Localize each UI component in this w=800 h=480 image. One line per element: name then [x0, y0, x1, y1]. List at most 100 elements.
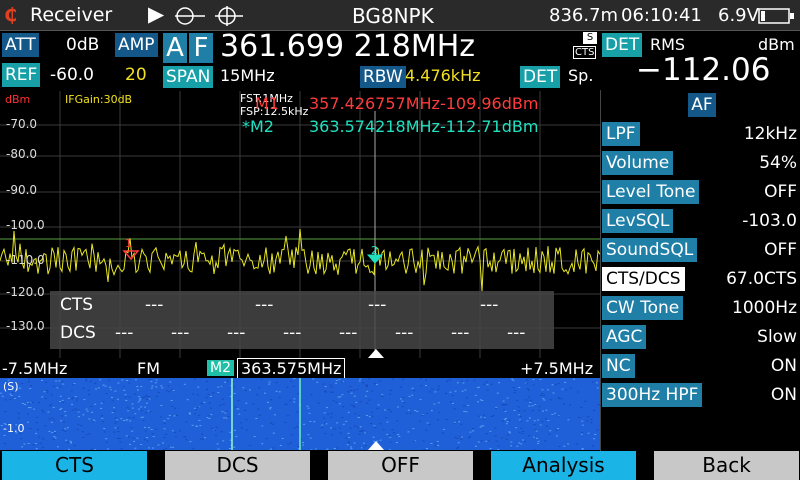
- waterfall-pixel: [489, 430, 492, 432]
- waterfall-pixel: [548, 433, 551, 435]
- softkey-cts[interactable]: CTS: [2, 451, 147, 480]
- af-row-label: LevSQL: [602, 209, 674, 233]
- axis-left: -7.5MHz: [2, 359, 68, 378]
- waterfall-pixel: [33, 408, 36, 410]
- waterfall-pixel: [580, 433, 583, 435]
- mode-f-badge[interactable]: F: [189, 33, 213, 63]
- att-label[interactable]: ATT: [2, 33, 39, 57]
- waterfall-pixel: [363, 442, 365, 444]
- waterfall-pixel: [113, 431, 116, 433]
- waterfall-pixel: [537, 442, 539, 444]
- waterfall-pixel: [306, 405, 309, 407]
- waterfall-pixel: [338, 403, 341, 405]
- det-label[interactable]: DET: [520, 66, 561, 88]
- af-row-value: Slow: [757, 327, 797, 347]
- waterfall-pixel: [91, 411, 93, 413]
- af-row-cw-tone[interactable]: CW Tone 1000Hz: [601, 295, 800, 321]
- waterfall-pixel: [198, 415, 201, 417]
- af-row-level-tone[interactable]: Level Tone OFF: [601, 179, 800, 205]
- waterfall-pixel: [335, 380, 338, 381]
- waterfall-pixel: [347, 411, 350, 413]
- af-row-agc[interactable]: AGC Slow: [601, 324, 800, 350]
- waterfall-pixel: [354, 425, 357, 427]
- rbw-label[interactable]: RBW: [360, 66, 406, 88]
- softkey-dcs[interactable]: DCS: [165, 451, 310, 480]
- waterfall-pixel: [150, 387, 153, 389]
- marker-frequency[interactable]: 363.575MHz: [237, 358, 346, 379]
- softkey-back[interactable]: Back: [654, 451, 799, 480]
- waterfall-pixel: [125, 435, 128, 437]
- waterfall-pixel: [161, 387, 164, 389]
- waterfall[interactable]: (S) -1.0: [0, 378, 600, 450]
- waterfall-pixel: [547, 389, 549, 391]
- waterfall-pixel: [50, 404, 53, 406]
- span-label[interactable]: SPAN: [163, 66, 214, 88]
- waterfall-pixel: [4, 399, 7, 401]
- af-row-cts-dcs[interactable]: CTS/DCS 67.0CTS: [601, 266, 800, 292]
- af-row-300hz-hpf[interactable]: 300Hz HPF ON: [601, 382, 800, 408]
- af-row-levsql[interactable]: LevSQL -103.0: [601, 208, 800, 234]
- waterfall-pixel: [202, 438, 204, 440]
- waterfall-pixel: [41, 409, 44, 411]
- waterfall-pixel: [350, 448, 353, 450]
- waterfall-pixel: [580, 406, 583, 408]
- waterfall-pixel: [335, 401, 338, 403]
- softkey-analysis[interactable]: Analysis: [491, 451, 636, 480]
- waterfall-pixel: [529, 399, 532, 401]
- waterfall-pixel: [385, 417, 388, 419]
- waterfall-pixel: [357, 415, 360, 417]
- spectrum-plot[interactable]: dBm IFGain:30dB FST:1MHz FSP:12.5kHz M1 …: [0, 91, 600, 358]
- waterfall-pixel: [378, 380, 381, 382]
- softkey-off[interactable]: OFF: [328, 451, 473, 480]
- demod-mode[interactable]: FM: [137, 359, 160, 378]
- waterfall-pixel: [136, 386, 139, 387]
- waterfall-pixel: [485, 440, 488, 442]
- play-icon[interactable]: ▶: [148, 2, 164, 26]
- waterfall-pixel: [331, 434, 334, 436]
- waterfall-pixel: [81, 431, 84, 433]
- waterfall-pixel: [425, 448, 428, 449]
- waterfall-pixel: [522, 439, 524, 441]
- waterfall-pixel: [483, 417, 486, 419]
- waterfall-pixel: [490, 383, 493, 385]
- waterfall-pixel: [388, 409, 391, 410]
- af-row-volume[interactable]: Volume 54%: [601, 150, 800, 176]
- waterfall-pixel: [302, 442, 304, 444]
- waterfall-pixel: [533, 436, 536, 438]
- ref-label[interactable]: REF: [2, 63, 41, 87]
- waterfall-pixel: [321, 427, 324, 428]
- waterfall-pixel: [494, 427, 497, 429]
- waterfall-pixel: [237, 408, 240, 410]
- waterfall-pixel: [341, 416, 344, 418]
- waterfall-pixel: [293, 427, 296, 429]
- af-row-soundsql[interactable]: SoundSQL OFF: [601, 237, 800, 263]
- waterfall-pixel: [475, 445, 477, 447]
- battery-voltage: 6.9V: [718, 5, 759, 26]
- af-row-lpf[interactable]: LPF 12kHz: [601, 121, 800, 147]
- waterfall-pixel: [558, 445, 561, 447]
- af-row-value: 54%: [759, 153, 797, 173]
- waterfall-pixel: [594, 434, 597, 435]
- waterfall-pixel: [151, 385, 154, 387]
- waterfall-pixel: [114, 417, 117, 419]
- waterfall-pixel: [193, 413, 196, 415]
- waterfall-pixel: [109, 386, 112, 388]
- waterfall-pixel: [128, 382, 131, 384]
- waterfall-pixel: [563, 445, 566, 447]
- waterfall-pixel: [76, 398, 79, 400]
- center-frequency[interactable]: 361.699 218MHz: [220, 29, 475, 64]
- af-row-nc[interactable]: NC ON: [601, 353, 800, 379]
- waterfall-pixel: [524, 441, 526, 443]
- waterfall-pixel: [373, 425, 376, 427]
- waterfall-pixel: [223, 417, 225, 419]
- waterfall-pixel: [39, 442, 42, 444]
- waterfall-pixel: [249, 389, 251, 391]
- waterfall-pixel: [511, 378, 514, 380]
- amp-label[interactable]: AMP: [115, 33, 158, 57]
- waterfall-pixel: [77, 411, 80, 413]
- mode-a-badge[interactable]: A: [163, 33, 187, 63]
- waterfall-pixel: [541, 389, 544, 391]
- waterfall-pixel: [437, 402, 440, 404]
- waterfall-pixel: [581, 424, 584, 426]
- waterfall-pixel: [297, 393, 300, 395]
